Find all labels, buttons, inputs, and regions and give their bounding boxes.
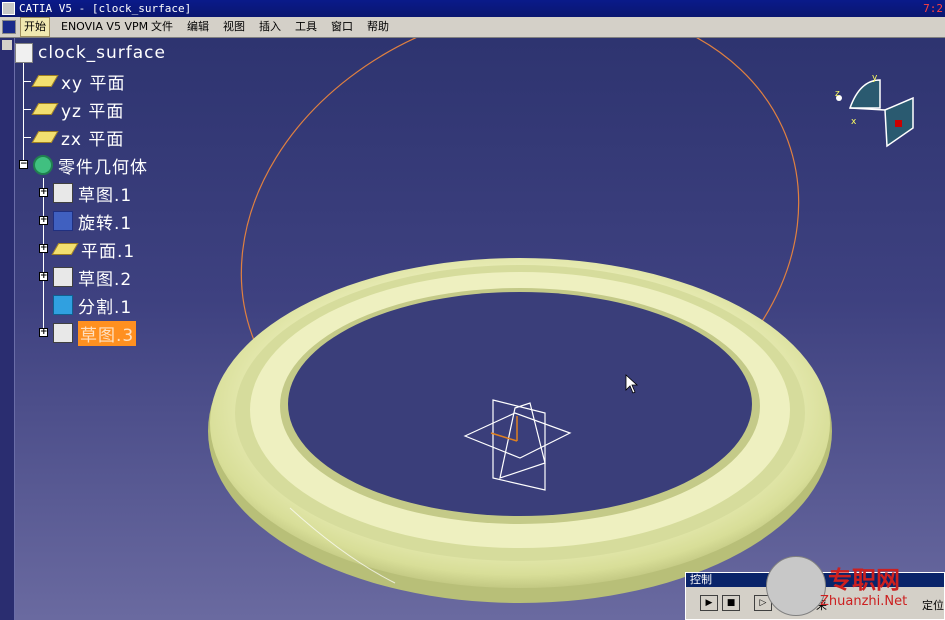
tree-root[interactable]: clock_surface [15,40,166,66]
menu-file[interactable]: 文件 [148,17,176,37]
title-bar: CATIA V5 - [clock_surface] 7:2 [0,0,945,17]
tree-item-sketch-1[interactable]: 草图.1 [53,180,132,206]
menu-help[interactable]: 帮助 [364,17,392,37]
revolve-icon [53,211,73,231]
expand-icon[interactable]: + [39,244,48,253]
feature-label: 平面.1 [81,241,136,262]
split-icon [53,295,73,315]
compass-y-label: y [872,73,878,83]
expand-icon[interactable]: + [39,328,48,337]
document-icon[interactable] [2,20,16,34]
compass-icon[interactable] [836,79,914,148]
watermark-url: Zhuanzhi.Net [820,594,908,609]
window-title: CATIA V5 - [clock_surface] [19,2,192,15]
compass-z-label: z [835,89,840,99]
geometry-canvas[interactable]: z y x [15,38,945,620]
clock-readout: 7:2 [923,2,943,15]
left-toolbar-strip [0,38,15,620]
expand-icon[interactable]: + [39,188,48,197]
expand-icon[interactable]: + [39,272,48,281]
plane-label: xy 平面 [61,73,126,94]
plane-icon [31,131,59,143]
menu-start[interactable]: 开始 [20,17,50,37]
tree-item-sketch-3[interactable]: 草图.3 [53,320,137,346]
menu-bar: 开始 ENOVIA V5 VPM 文件 编辑 视图 插入 工具 窗口 帮助 [0,17,945,38]
play-button[interactable]: ▶ [700,595,718,611]
tree-item-split-1[interactable]: 分割.1 [53,292,132,318]
plane-icon [31,75,59,87]
compass-x-label: x [851,117,857,127]
feature-label: 草图.1 [78,185,133,206]
tree-item-revolve-1[interactable]: 旋转.1 [53,208,132,234]
menu-edit[interactable]: 编辑 [184,17,212,37]
part-icon [15,43,33,63]
tree-item-sketch-2[interactable]: 草图.2 [53,264,132,290]
menu-insert[interactable]: 插入 [256,17,284,37]
menu-view[interactable]: 视图 [220,17,248,37]
feature-label: 草图.2 [78,269,133,290]
tree-item-xy-plane[interactable]: xy 平面 [23,68,126,94]
plane-icon [31,103,59,115]
gear-icon [33,155,53,175]
ring-surface[interactable] [208,258,832,603]
position-label: 定位 [922,599,944,612]
feature-label: 旋转.1 [78,213,133,234]
tree-item-yz-plane[interactable]: yz 平面 [23,96,125,122]
sketch-icon [53,183,73,203]
arrow-icon[interactable] [2,40,12,50]
feature-label: 分割.1 [78,297,133,318]
plane-icon [51,243,79,255]
tree-item-plane-1[interactable]: 平面.1 [51,236,136,262]
tree-root-label: clock_surface [38,43,166,63]
menu-window[interactable]: 窗口 [328,17,356,37]
part-body-label: 零件几何体 [58,157,148,178]
sketch-icon [53,267,73,287]
catia-app-icon[interactable] [2,2,15,15]
tree-item-zx-plane[interactable]: zx 平面 [23,124,125,150]
watermark-logo-icon [766,556,826,616]
stop-button[interactable]: ■ [722,595,740,611]
plane-label: zx 平面 [61,129,125,150]
menu-enovia[interactable]: ENOVIA V5 VPM [58,17,151,37]
watermark-text: 专职网 [828,566,900,594]
menu-tools[interactable]: 工具 [292,17,320,37]
expand-icon[interactable]: + [39,216,48,225]
3d-viewport[interactable]: z y x clock_surface xy 平面 yz 平面 zx 平面 − [15,38,945,620]
tree-connector [43,178,44,331]
feature-label-selected: 草图.3 [78,320,137,346]
plane-label: yz 平面 [61,101,125,122]
tree-item-part-body[interactable]: 零件几何体 [33,152,148,178]
sketch-icon [53,323,73,343]
collapse-icon[interactable]: − [19,160,28,169]
